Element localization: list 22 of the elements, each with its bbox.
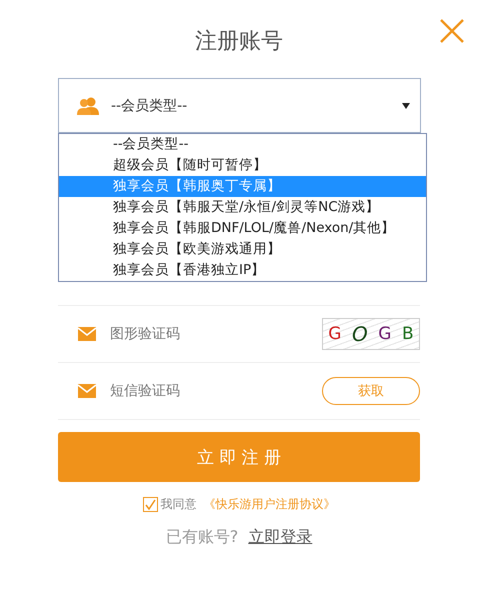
agree-label: 我同意 bbox=[160, 496, 196, 513]
captcha-char: G bbox=[328, 324, 342, 344]
dropdown-option[interactable]: 独享会员【韩服天堂/永恒/剑灵等NC游戏】 bbox=[59, 197, 426, 218]
page-title: 注册账号 bbox=[195, 28, 283, 56]
close-icon[interactable] bbox=[439, 18, 465, 44]
users-icon bbox=[77, 96, 99, 114]
have-account-text: 已有账号? bbox=[166, 527, 238, 548]
checkbox[interactable] bbox=[142, 497, 158, 512]
member-type-select[interactable]: --会员类型-- bbox=[58, 78, 421, 133]
caret-icon bbox=[402, 102, 410, 108]
dropdown-option[interactable]: --会员类型-- bbox=[59, 134, 426, 155]
dropdown-option[interactable]: 独享会员【欧美游戏通用】 bbox=[59, 239, 426, 260]
captcha-char: B bbox=[402, 324, 414, 344]
envelope-icon bbox=[78, 384, 96, 398]
envelope-icon bbox=[78, 327, 96, 341]
dropdown-option[interactable]: 独享会员【香港独立IP】 bbox=[59, 260, 426, 281]
captcha-char: G bbox=[378, 324, 392, 344]
dropdown-option[interactable]: 独享会员【韩服DNF/LOL/魔兽/Nexon/其他】 bbox=[59, 218, 426, 239]
login-link[interactable]: 立即登录 bbox=[248, 527, 312, 548]
captcha-image[interactable]: G O G B bbox=[322, 318, 420, 350]
dropdown-option[interactable]: 超级会员【随时可暂停】 bbox=[59, 155, 426, 176]
captcha-char: O bbox=[352, 322, 368, 346]
